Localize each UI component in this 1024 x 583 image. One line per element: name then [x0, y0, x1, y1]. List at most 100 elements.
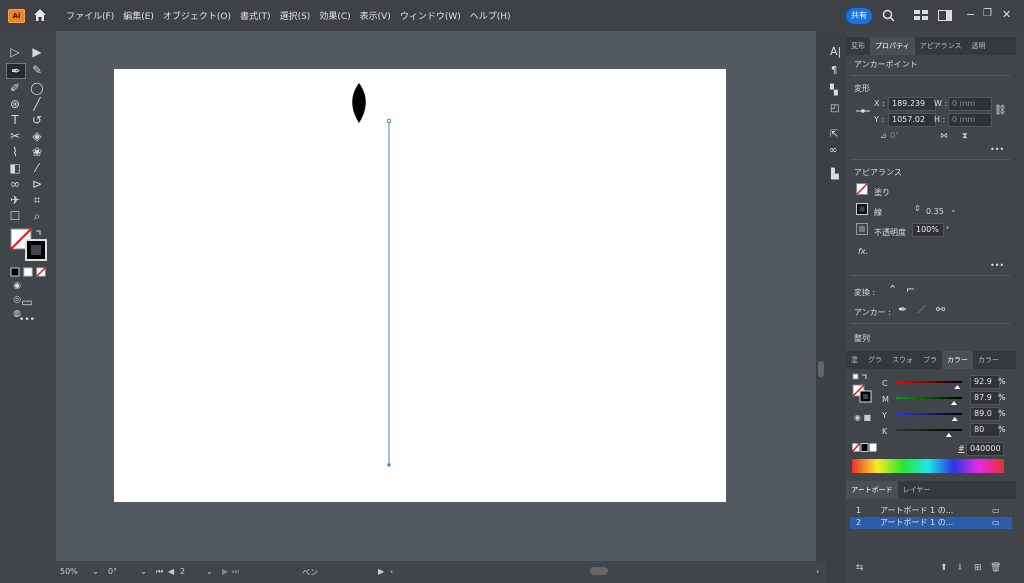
hex-field[interactable]: 040000	[966, 442, 1004, 456]
transform-more-icon[interactable]: •••	[990, 145, 1004, 154]
character-icon[interactable]: A|	[830, 45, 841, 58]
previous-artboard-icon[interactable]: ◀	[168, 567, 174, 576]
reference-point-icon[interactable]	[856, 101, 870, 121]
convert-to-corner-icon[interactable]: ⌃	[888, 283, 897, 296]
tab-swatches[interactable]: スウォ	[887, 351, 918, 369]
menu-effect[interactable]: 効果(C)	[319, 9, 350, 22]
opacity-arrow-icon[interactable]: ›	[946, 223, 949, 232]
tab-transform[interactable]: 変形	[846, 37, 870, 55]
hand-tool-icon[interactable]: ☐	[6, 209, 24, 223]
slider-thumb[interactable]	[951, 401, 958, 405]
curvature-tool-icon[interactable]: ✎	[28, 63, 46, 77]
rotation-value[interactable]: 0°	[108, 567, 117, 576]
opacity-label[interactable]: 不透明度	[874, 227, 906, 238]
stroke-swatch-icon[interactable]	[856, 203, 868, 215]
screen-mode-icon[interactable]: ▭	[18, 295, 36, 309]
artboard-name[interactable]: アートボード 1 の...	[880, 517, 953, 529]
menu-window[interactable]: ウィンドウ(W)	[400, 9, 461, 22]
first-artboard-icon[interactable]: ⏮	[156, 567, 163, 577]
slider-thumb[interactable]	[951, 417, 958, 421]
constrain-proportions-icon[interactable]: ⛓	[994, 105, 1007, 116]
tab-layers[interactable]: レイヤー	[898, 481, 936, 499]
tab-color[interactable]: カラー	[942, 351, 973, 369]
draw-mode-icon[interactable]: ◉ ◎ ◍	[8, 279, 26, 319]
tab-transparency[interactable]: 透明	[966, 37, 990, 55]
channel-c-value[interactable]: 92.9	[970, 375, 1000, 389]
close-icon[interactable]: ✕	[1002, 8, 1011, 21]
blend-tool-icon[interactable]: ∞	[6, 177, 24, 191]
pen-tool-icon[interactable]: ✒	[6, 63, 26, 79]
last-artboard-icon[interactable]: ⏭	[232, 567, 239, 577]
vertical-scrollbar[interactable]	[816, 31, 826, 561]
artboard-options-icon[interactable]: ▭	[992, 505, 1000, 517]
status-menu-icon[interactable]: ▶	[378, 567, 384, 576]
tab-color-guide[interactable]: カラー	[973, 351, 1004, 369]
ellipse-tool-icon[interactable]: ◯	[28, 81, 46, 95]
artboard-dropdown-icon[interactable]: ⌄	[206, 567, 213, 576]
arrange-documents-icon[interactable]	[914, 10, 928, 21]
appearance-more-icon[interactable]: •••	[990, 261, 1004, 270]
live-paint-tool-icon[interactable]: ⊳	[28, 177, 46, 191]
home-icon[interactable]	[32, 7, 48, 23]
layers-icon[interactable]: ▚	[830, 85, 838, 96]
artboard-number[interactable]: 2	[180, 567, 185, 576]
artboard-row[interactable]: 2 アートボード 1 の... ▭	[850, 517, 1012, 529]
move-up-icon[interactable]: ⬆	[940, 563, 948, 573]
scroll-thumb[interactable]	[818, 361, 824, 377]
search-icon[interactable]	[882, 9, 895, 22]
gradient-tool-icon[interactable]: ◧	[6, 161, 24, 175]
artboard-row[interactable]: 1 アートボード 1 の... ▭	[850, 505, 1012, 517]
slider-thumb[interactable]	[954, 385, 961, 389]
zoom-dropdown-icon[interactable]: ⌄	[92, 567, 99, 576]
move-down-icon[interactable]: ⬇	[956, 563, 964, 573]
direct-selection-tool-icon[interactable]: ▶	[28, 45, 46, 59]
channel-y-value[interactable]: 89.0	[970, 407, 1000, 421]
share-button[interactable]: 共有	[846, 8, 872, 24]
stroke-dropdown-icon[interactable]: ⌄	[950, 205, 957, 214]
connect-anchor-icon[interactable]: ⟋	[918, 303, 926, 317]
align-icon[interactable]: ▙	[831, 169, 839, 180]
paragraph-icon[interactable]: ¶	[831, 65, 837, 76]
pin-tool-icon[interactable]: ✈	[6, 193, 24, 207]
w-field[interactable]: 0 mm	[948, 97, 992, 111]
opacity-field[interactable]: 100%	[912, 223, 944, 237]
delete-artboard-icon[interactable]: 🗑	[990, 563, 1001, 573]
scroll-right-icon[interactable]: ›	[816, 567, 819, 576]
opacity-icon[interactable]	[856, 223, 868, 235]
convert-to-smooth-icon[interactable]: ⌐	[906, 283, 915, 296]
symbol-sprayer-tool-icon[interactable]: ❀	[28, 145, 46, 159]
none-black-white-icons[interactable]	[852, 443, 878, 453]
fill-swatch-icon[interactable]	[856, 183, 868, 195]
pencil-tool-icon[interactable]: ╱	[28, 97, 46, 111]
next-artboard-icon[interactable]: ▶	[222, 567, 228, 576]
zoom-tool-icon[interactable]: ⌕	[28, 209, 46, 223]
slider-thumb[interactable]	[945, 433, 952, 437]
menu-object[interactable]: オブジェクト(O)	[163, 9, 231, 22]
artboard-name[interactable]: アートボード 1 の...	[880, 505, 953, 517]
menu-edit[interactable]: 編集(E)	[123, 9, 154, 22]
eyedropper-icon[interactable]: ⁄	[28, 161, 46, 175]
fx-icon[interactable]: fx.	[858, 247, 868, 256]
restore-icon[interactable]: ❐	[983, 8, 992, 19]
horizontal-scroll-thumb[interactable]	[590, 567, 608, 575]
selection-tool-icon[interactable]: ▷	[6, 45, 24, 59]
minimize-icon[interactable]: −	[966, 8, 975, 21]
channel-m-value[interactable]: 87.9	[970, 391, 1000, 405]
links-icon[interactable]: ∞	[829, 145, 837, 156]
tab-properties[interactable]: プロパティ	[870, 37, 915, 55]
cut-path-icon[interactable]: ⚯	[936, 303, 945, 316]
artwork[interactable]	[114, 69, 726, 502]
rotation-dropdown-icon[interactable]: ⌄	[140, 567, 147, 576]
rearrange-icon[interactable]: ⇆	[856, 563, 864, 573]
artboard-tool-icon[interactable]: ⌗	[28, 193, 46, 207]
artboard-options-icon[interactable]: ▭	[992, 517, 1000, 529]
export-icon[interactable]: ⇱	[830, 129, 838, 140]
blob-brush-tool-icon[interactable]: ✐	[6, 81, 24, 95]
tab-artboards[interactable]: アートボード	[846, 481, 898, 499]
flip-horizontal-icon[interactable]: ⋈	[940, 131, 948, 140]
stroke-weight[interactable]: 0.35	[926, 207, 944, 216]
scissors-tool-icon[interactable]: ✂	[6, 129, 24, 143]
edit-toolbar-icon[interactable]: •••	[18, 313, 36, 327]
tab-fill[interactable]: 塗	[846, 351, 863, 369]
menu-file[interactable]: ファイル(F)	[66, 9, 114, 22]
